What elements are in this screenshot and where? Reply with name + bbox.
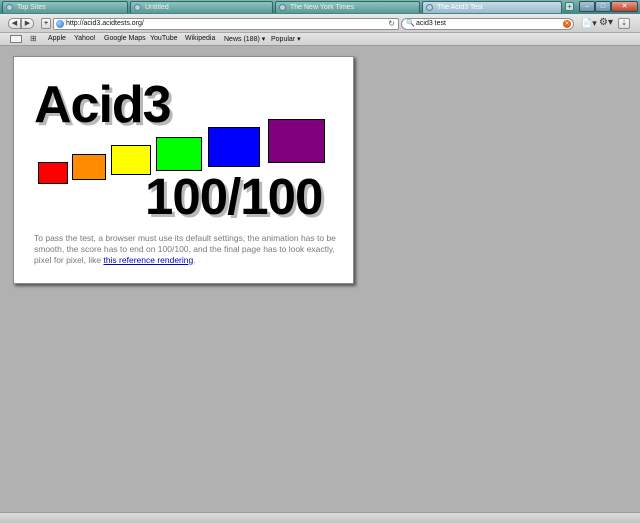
close-window-button[interactable]: ✕ [611,1,638,12]
page-menu-icon[interactable]: 📄▾ [581,18,597,29]
new-tab-button[interactable]: + [565,2,574,11]
reload-icon[interactable]: ↻ [388,19,395,28]
browser-toolbar: ◀ ▶ + http://acid3.acidtests.org/ ↻ 🔍 ac… [0,14,640,33]
add-bookmark-button[interactable]: + [41,18,51,29]
acid3-page: Acid3 100/100 To pass the test, a browse… [13,56,354,284]
maximize-button[interactable]: □ [595,1,611,12]
acid3-score: 100/100 [145,168,323,225]
forward-button[interactable]: ▶ [21,18,34,29]
page-viewport: Acid3 100/100 To pass the test, a browse… [0,46,640,512]
bookmark-youtube[interactable]: YouTube [150,35,178,42]
tab-new-york-times[interactable]: The New York Times [275,1,420,13]
globe-icon [56,20,64,28]
window-titlebar: Top Sites Untitled The New York Times Th… [0,0,640,14]
tab-label: Untitled [145,4,169,11]
acid3-instructions: To pass the test, a browser must use its… [34,233,346,266]
bookmark-wikipedia[interactable]: Wikipedia [185,35,215,42]
tab-top-sites[interactable]: Top Sites [2,1,128,13]
favicon-icon [6,4,13,11]
bucket-5 [208,127,260,167]
top-sites-grid-icon[interactable]: ⊞ [30,35,37,43]
favicon-icon [134,4,141,11]
favicon-icon [426,4,433,11]
bookmark-apple[interactable]: Apple [48,35,66,42]
status-bar [0,512,640,523]
address-bar[interactable]: http://acid3.acidtests.org/ ↻ [53,18,399,30]
bookmark-popular[interactable]: Popular ▾ [271,35,301,43]
bucket-4 [156,137,202,171]
tab-acid3-test[interactable]: The Acid3 Test [422,1,562,13]
tab-untitled[interactable]: Untitled [130,1,273,13]
bookmarks-bar: ⊞ Apple Yahoo! Google Maps YouTube Wikip… [0,33,640,46]
favicon-icon [279,4,286,11]
search-icon: 🔍 [406,20,415,27]
instructions-end: . [193,255,196,265]
bookmark-google-maps[interactable]: Google Maps [104,35,146,42]
bucket-2 [72,154,106,180]
bucket-6 [268,119,325,163]
tab-label: Top Sites [17,4,46,11]
downloads-button[interactable]: ⇣ [618,18,630,29]
acid3-title: Acid3 [34,76,172,134]
bookmark-news[interactable]: News (188) ▾ [224,35,265,43]
bookmark-yahoo[interactable]: Yahoo! [74,35,96,42]
search-field[interactable]: 🔍 acid3 test ✕ [401,18,574,30]
search-query[interactable]: acid3 test [416,20,446,27]
minimize-button[interactable]: – [579,1,595,12]
tab-label: The New York Times [290,4,355,11]
address-url[interactable]: http://acid3.acidtests.org/ [66,20,144,27]
back-button[interactable]: ◀ [8,18,21,29]
book-icon[interactable] [10,35,22,43]
bucket-1 [38,162,68,184]
tab-label: The Acid3 Test [437,4,483,11]
clear-search-icon[interactable]: ✕ [563,20,571,28]
gear-icon[interactable]: ⚙▾ [599,17,613,28]
reference-rendering-link[interactable]: this reference rendering [103,255,193,265]
